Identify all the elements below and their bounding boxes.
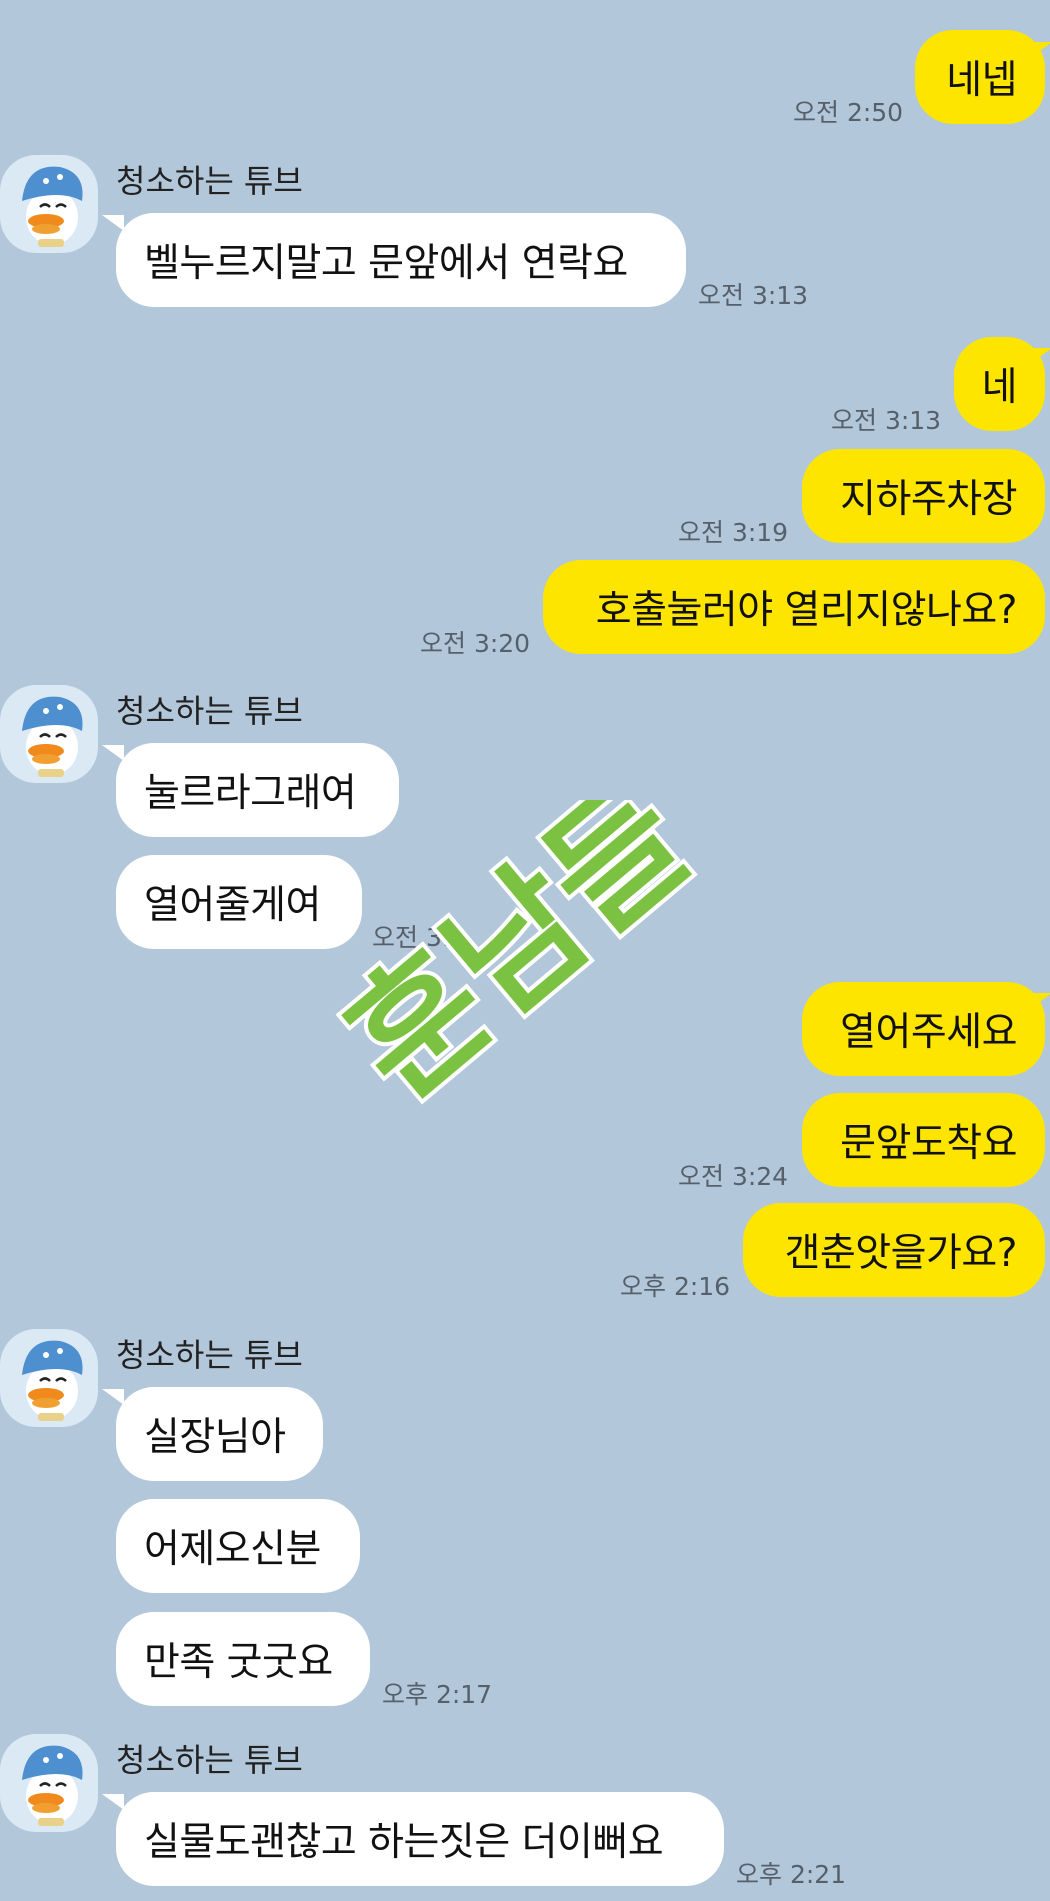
watermark: 훈남들 bbox=[314, 752, 748, 1133]
my-message-bubble[interactable]: 네넵 bbox=[915, 30, 1045, 124]
message-text: 호출눌러야 열리지않나요? bbox=[595, 588, 1018, 633]
message-text: 갠춘앗을가요? bbox=[784, 1231, 1018, 1276]
bubble-tail bbox=[102, 215, 124, 231]
message-text: 눌르라그래여 bbox=[144, 771, 357, 816]
message-time: 오전 2:50 bbox=[793, 98, 904, 127]
message-time: 오후 2:21 bbox=[736, 1860, 847, 1889]
message-time: 오전 3:13 bbox=[698, 281, 809, 310]
message-text: 실장님아 bbox=[144, 1415, 286, 1460]
sender-avatar[interactable] bbox=[0, 1734, 98, 1832]
message-text: 벨누르지말고 문앞에서 연락요 bbox=[144, 241, 628, 286]
their-message-bubble[interactable]: 벨누르지말고 문앞에서 연락요 bbox=[116, 213, 686, 307]
their-message-bubble[interactable]: 만족 굿굿요 bbox=[116, 1612, 370, 1706]
bubble-tail bbox=[1030, 42, 1050, 58]
their-message-bubble[interactable]: 눌르라그래여 bbox=[116, 743, 399, 837]
my-message-bubble[interactable]: 호출눌러야 열리지않나요? bbox=[543, 560, 1045, 654]
their-message-bubble[interactable]: 실물도괜찮고 하는짓은 더이뻐요 bbox=[116, 1792, 724, 1886]
message-time: 오전 3:.. bbox=[372, 923, 467, 952]
tube-duck-avatar-icon bbox=[22, 166, 83, 247]
bubble-tail bbox=[102, 745, 124, 761]
tube-duck-avatar-icon bbox=[22, 1745, 83, 1826]
message-time: 오전 3:13 bbox=[831, 406, 942, 435]
tube-duck-avatar-icon bbox=[22, 696, 83, 777]
message-text: 네 bbox=[981, 365, 1018, 410]
message-time: 오전 3:24 bbox=[678, 1162, 789, 1191]
message-time: 오후 2:16 bbox=[620, 1272, 731, 1301]
bubble-tail bbox=[102, 1794, 124, 1810]
sender-name: 청소하는 튜브 bbox=[116, 692, 303, 730]
sender-name: 청소하는 튜브 bbox=[116, 1741, 303, 1779]
sender-avatar[interactable] bbox=[0, 685, 98, 783]
their-message-bubble[interactable]: 실장님아 bbox=[116, 1387, 323, 1481]
watermark-text: 훈남들 bbox=[318, 800, 719, 1120]
message-text: 열어주세요 bbox=[840, 1010, 1017, 1055]
message-time: 오전 3:20 bbox=[420, 629, 531, 658]
their-message-bubble[interactable]: 열어줄게여 bbox=[116, 855, 362, 949]
bubble-tail bbox=[1030, 348, 1050, 364]
bubble-tail bbox=[1030, 993, 1050, 1009]
tube-duck-avatar-icon bbox=[22, 1340, 83, 1421]
sender-avatar[interactable] bbox=[0, 155, 98, 253]
message-text: 실물도괜찮고 하는짓은 더이뻐요 bbox=[144, 1820, 664, 1865]
message-text: 문앞도착요 bbox=[840, 1121, 1017, 1166]
message-text: 어제오신분 bbox=[144, 1527, 321, 1572]
sender-avatar[interactable] bbox=[0, 1329, 98, 1427]
their-message-bubble[interactable]: 어제오신분 bbox=[116, 1499, 360, 1593]
message-text: 네넵 bbox=[946, 58, 1017, 103]
message-text: 지하주차장 bbox=[840, 477, 1017, 522]
my-message-bubble[interactable]: 갠춘앗을가요? bbox=[743, 1203, 1045, 1297]
my-message-bubble[interactable]: 문앞도착요 bbox=[802, 1093, 1045, 1187]
my-message-bubble[interactable]: 지하주차장 bbox=[802, 449, 1045, 543]
message-time: 오전 3:19 bbox=[678, 518, 789, 547]
message-text: 열어줄게여 bbox=[144, 883, 321, 928]
sender-name: 청소하는 튜브 bbox=[116, 162, 303, 200]
message-text: 만족 굿굿요 bbox=[144, 1640, 333, 1685]
my-message-bubble[interactable]: 열어주세요 bbox=[802, 982, 1045, 1076]
sender-name: 청소하는 튜브 bbox=[116, 1336, 303, 1374]
bubble-tail bbox=[102, 1389, 124, 1405]
message-time: 오후 2:17 bbox=[382, 1680, 493, 1709]
